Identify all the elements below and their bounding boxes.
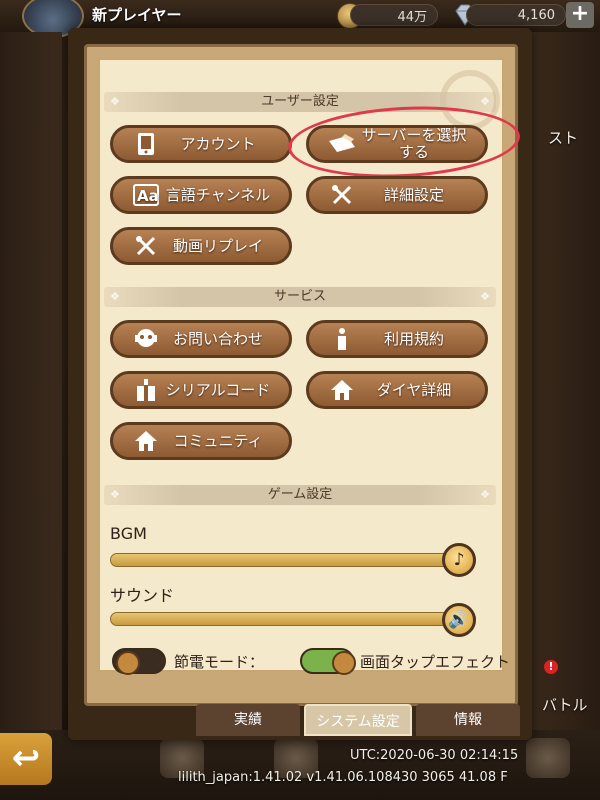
phone-icon <box>131 131 161 157</box>
contact-button[interactable]: お問い合わせ <box>110 320 292 358</box>
tools-icon <box>327 182 357 208</box>
language-channel-button-label: 言語チャンネル <box>165 185 271 204</box>
language-channel-button[interactable]: Aa 言語チャンネル <box>110 176 292 214</box>
sound-slider-handle-speaker-icon[interactable]: 🔊 <box>442 603 476 637</box>
account-button[interactable]: アカウント <box>110 125 292 163</box>
gold-amount: 44万 <box>350 4 438 26</box>
info-icon <box>327 326 357 352</box>
bgm-label: BGM <box>110 524 147 543</box>
home-icon <box>131 428 161 454</box>
bgm-slider-handle-music-note-icon[interactable]: ♪ <box>442 543 476 577</box>
section-service: サービス <box>104 287 496 307</box>
hero-icon[interactable] <box>526 738 570 778</box>
support-agent-icon <box>131 326 161 352</box>
tab-achievements[interactable]: 実績 <box>196 704 300 736</box>
language-icon: Aa <box>131 182 161 208</box>
left-side-scenery <box>0 32 62 732</box>
tab-info[interactable]: 情報 <box>416 704 520 736</box>
power-saving-label: 節電モード： <box>174 653 265 671</box>
advanced-settings-button-label: 詳細設定 <box>383 185 444 204</box>
power-saving-toggle[interactable] <box>112 648 166 675</box>
tab-system-settings[interactable]: システム設定 <box>304 704 412 736</box>
player-name: 新プレイヤー <box>92 6 182 24</box>
tools-icon <box>131 233 161 259</box>
svg-text:Aa: Aa <box>137 187 159 205</box>
serial-code-button-label: シリアルコード <box>165 380 271 399</box>
home-icon <box>327 377 357 403</box>
terms-button-label: 利用規約 <box>383 329 444 348</box>
contact-button-label: お問い合わせ <box>172 329 263 348</box>
side-menu-label-battle[interactable]: バトル <box>542 694 587 715</box>
community-button[interactable]: コミュニティ <box>110 422 292 460</box>
diamond-amount: 4,160 <box>466 4 566 26</box>
build-version: lilith_japan:1.41.02 v1.41.06.108430 306… <box>178 770 508 785</box>
add-diamonds-button[interactable]: + <box>566 2 594 28</box>
side-menu-label-quest[interactable]: スト <box>548 127 578 148</box>
toggle-knob <box>116 651 140 675</box>
toggle-knob <box>332 651 356 675</box>
video-replay-button[interactable]: 動画リプレイ <box>110 227 292 265</box>
bgm-slider[interactable] <box>110 553 476 567</box>
utc-timestamp: UTC:2020-06-30 02:14:15 <box>350 748 519 763</box>
sound-slider[interactable] <box>110 612 476 626</box>
gift-code-icon <box>131 377 161 403</box>
serial-code-button[interactable]: シリアルコード <box>110 371 292 409</box>
diamond-details-button-label: ダイヤ詳細 <box>376 380 452 399</box>
terms-button[interactable]: 利用規約 <box>306 320 488 358</box>
notification-badge: ! <box>544 660 558 674</box>
tap-effect-toggle[interactable] <box>300 648 356 675</box>
tap-effect-label: 画面タップエフェクト <box>360 653 511 671</box>
community-button-label: コミュニティ <box>173 431 263 450</box>
video-replay-button-label: 動画リプレイ <box>172 236 263 255</box>
section-game-settings: ゲーム設定 <box>104 485 496 505</box>
back-arrow-button[interactable]: ↩ <box>0 733 52 785</box>
advanced-settings-button[interactable]: 詳細設定 <box>306 176 488 214</box>
account-button-label: アカウント <box>180 134 256 153</box>
diamond-details-button[interactable]: ダイヤ詳細 <box>306 371 488 409</box>
sound-label: サウンド <box>110 586 175 605</box>
